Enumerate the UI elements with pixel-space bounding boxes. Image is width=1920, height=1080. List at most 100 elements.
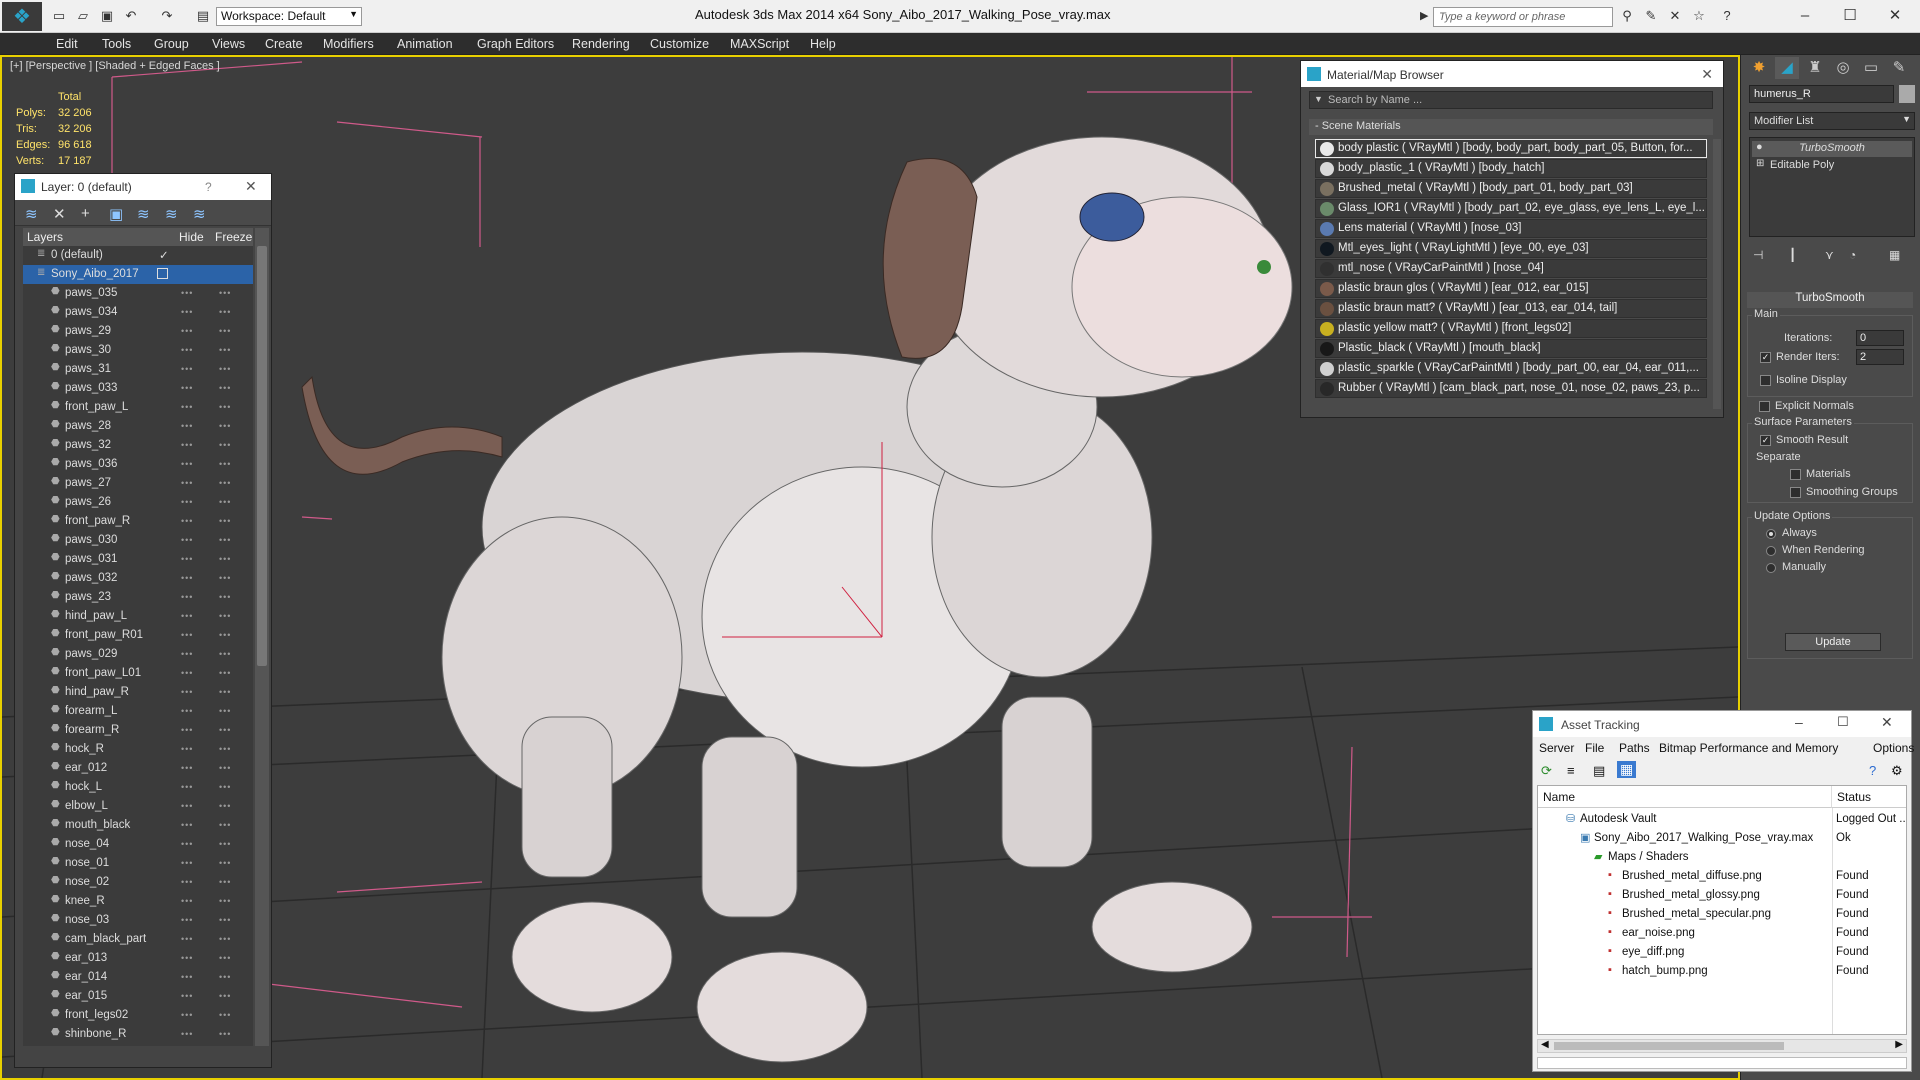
hide-toggle[interactable]: ••• [181,915,193,925]
scene-materials-section[interactable]: - Scene Materials [1309,119,1713,135]
table-view-icon[interactable]: ▦ [1617,761,1637,778]
hide-all-icon[interactable]: ≋ [165,205,178,223]
hide-toggle[interactable]: ••• [181,649,193,659]
layer-row[interactable]: ⬣ paws_035 ••• ••• [23,284,253,303]
freeze-toggle[interactable]: ••• [219,421,231,431]
layers-icon[interactable]: ≋ [25,205,38,223]
material-item[interactable]: Plastic_black ( VRayMtl ) [mouth_black] [1315,339,1707,358]
hide-toggle[interactable]: ••• [181,763,193,773]
hide-toggle[interactable]: ••• [181,516,193,526]
layer-row[interactable]: ⬣ shinbone_R ••• ••• [23,1025,253,1044]
layer-row[interactable]: ⬣ hind_paw_L ••• ••• [23,607,253,626]
maximize-icon[interactable]: ☐ [1837,714,1849,730]
freeze-toggle[interactable]: ••• [219,554,231,564]
freeze-toggle[interactable]: ••• [219,972,231,982]
hide-toggle[interactable]: ••• [181,497,193,507]
select-objects-icon[interactable]: ▣ [109,205,123,223]
column-freeze[interactable]: Freeze [215,230,252,244]
layer-row[interactable]: ⬣ cam_black_part ••• ••• [23,930,253,949]
freeze-toggle[interactable]: ••• [219,611,231,621]
hide-toggle[interactable]: ••• [181,402,193,412]
layer-row[interactable]: ⬣ paws_030 ••• ••• [23,531,253,550]
communication-icon[interactable]: ✕ [1666,8,1684,24]
close-icon[interactable]: ✕ [1701,66,1713,83]
configure-sets-icon[interactable]: ▦ [1889,248,1900,262]
freeze-toggle[interactable]: ••• [219,763,231,773]
turbosmooth-rollout[interactable]: TurboSmooth [1747,292,1913,308]
material-scrollbar[interactable] [1713,139,1721,409]
scrollbar-thumb[interactable] [1554,1042,1784,1050]
layer-row[interactable]: ⬣ paws_036 ••• ••• [23,455,253,474]
freeze-toggle[interactable]: ••• [219,782,231,792]
asset-row[interactable]: ▣ Sony_Aibo_2017_Walking_Pose_vray.max Ok [1538,829,1906,848]
separate-materials-checkbox[interactable] [1790,469,1801,480]
freeze-toggle[interactable]: ••• [219,649,231,659]
pin-stack-icon[interactable]: ⊣ [1753,248,1763,262]
hide-toggle[interactable]: ••• [181,611,193,621]
hide-toggle[interactable]: ••• [181,459,193,469]
new-file-icon[interactable]: ▭ [50,8,68,24]
layer-row[interactable]: ⬣ forearm_R ••• ••• [23,721,253,740]
material-search-input[interactable]: ▼ Search by Name ... [1309,91,1713,109]
hide-toggle[interactable]: ••• [181,478,193,488]
menu-maxscript[interactable]: MAXScript [730,37,789,51]
hide-toggle[interactable]: ••• [181,668,193,678]
layer-row[interactable]: ⬣ nose_02 ••• ••• [23,873,253,892]
small-icons-icon[interactable]: ▤ [1593,763,1605,779]
subscription-icon[interactable]: ✎ [1642,8,1660,24]
chevron-right-icon[interactable]: ▶ [1420,9,1428,22]
chevron-left-icon[interactable]: ◀ [1541,1039,1549,1050]
layer-row[interactable]: ⬣ paws_29 ••• ••• [23,322,253,341]
asset-row[interactable]: ▪ Brushed_metal_diffuse.png Found [1538,867,1906,886]
asset-row[interactable]: ▪ ear_noise.png Found [1538,924,1906,943]
freeze-toggle[interactable]: ••• [219,592,231,602]
undo-icon[interactable]: ↶ [122,8,140,24]
freeze-toggle[interactable]: ••• [219,687,231,697]
create-tab-icon[interactable]: ✸ [1747,57,1771,79]
layer-row[interactable]: ⬣ front_legs02 ••• ••• [23,1006,253,1025]
chevron-right-icon[interactable]: ▶ [1895,1039,1903,1050]
menu-create[interactable]: Create [265,37,303,51]
layer-row[interactable]: ⬣ paws_032 ••• ••• [23,569,253,588]
material-item[interactable]: plastic_sparkle ( VRayCarPaintMtl ) [bod… [1315,359,1707,378]
hide-toggle[interactable]: ••• [181,1029,193,1039]
layer-row[interactable]: ⬣ paws_029 ••• ••• [23,645,253,664]
column-layers[interactable]: Layers [27,230,63,244]
project-folder-icon[interactable]: ▤ [194,8,212,24]
hide-toggle[interactable]: ••• [181,744,193,754]
layer-row[interactable]: ⬣ knee_R ••• ••• [23,892,253,911]
menu-edit[interactable]: Edit [56,37,78,51]
layer-row[interactable]: ⬣ paws_26 ••• ••• [23,493,253,512]
layer-row[interactable]: ⬣ ear_013 ••• ••• [23,949,253,968]
material-item[interactable]: Brushed_metal ( VRayMtl ) [body_part_01,… [1315,179,1707,198]
freeze-toggle[interactable]: ••• [219,402,231,412]
hide-toggle[interactable]: ••• [181,706,193,716]
close-icon[interactable]: ✕ [245,178,257,195]
hide-toggle[interactable]: ••• [181,953,193,963]
refresh-icon[interactable]: ⟳ [1541,763,1552,779]
menu-views[interactable]: Views [212,37,245,51]
current-layer-check-icon[interactable]: ✓ [159,248,169,262]
list-view-icon[interactable]: ≡ [1567,763,1575,778]
chevron-down-icon[interactable]: ▼ [1314,94,1323,104]
hide-toggle[interactable]: ••• [181,972,193,982]
layer-scrollbar[interactable] [255,228,269,1046]
hide-toggle[interactable]: ••• [181,801,193,811]
asset-row[interactable]: ▪ hatch_bump.png Found [1538,962,1906,981]
freeze-toggle[interactable]: ••• [219,1010,231,1020]
display-tab-icon[interactable]: ▭ [1859,57,1883,79]
layer-row[interactable]: ≣ Sony_Aibo_2017 [23,265,253,284]
object-color-swatch[interactable] [1899,85,1915,103]
minimize-icon[interactable]: – [1795,714,1803,730]
close-icon[interactable]: ✕ [1875,5,1915,27]
material-item[interactable]: body_plastic_1 ( VRayMtl ) [body_hatch] [1315,159,1707,178]
hide-toggle[interactable]: ••• [181,934,193,944]
asset-menu-file[interactable]: File [1585,741,1604,755]
hide-toggle[interactable]: ••• [181,687,193,697]
maximize-icon[interactable]: ☐ [1830,5,1870,27]
freeze-toggle[interactable]: ••• [219,459,231,469]
hide-toggle[interactable]: ••• [181,896,193,906]
hide-toggle[interactable]: ••• [181,839,193,849]
scrollbar-thumb[interactable] [257,246,267,666]
freeze-toggle[interactable]: ••• [219,573,231,583]
